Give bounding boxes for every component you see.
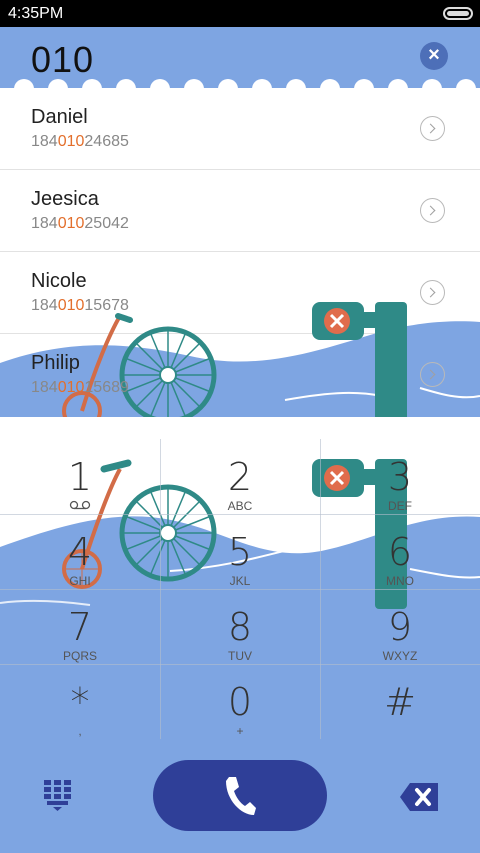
contact-row[interactable]: Daniel 18401024685: [0, 88, 480, 170]
dialpad-icon[interactable]: [44, 780, 76, 817]
clear-number-button[interactable]: ×: [420, 42, 448, 70]
match-highlight: 010: [57, 297, 85, 314]
voicemail-icon: [0, 499, 160, 513]
key-1[interactable]: 1: [0, 439, 160, 514]
backspace-icon[interactable]: [400, 783, 438, 816]
contact-number: 18401025042: [31, 215, 129, 232]
key-5[interactable]: 5 JKL: [160, 514, 320, 589]
key-4[interactable]: 4 GHI: [0, 514, 160, 589]
contact-name: Nicole: [31, 270, 87, 292]
key-7[interactable]: 7 PQRS: [0, 589, 160, 664]
key-star[interactable]: *,: [0, 664, 160, 739]
chevron-right-icon[interactable]: [420, 116, 445, 141]
call-button[interactable]: [153, 760, 327, 831]
contact-row[interactable]: Philip 18401015689: [0, 334, 480, 416]
contact-row[interactable]: Jeesica 18401025042: [0, 170, 480, 252]
contact-name: Daniel: [31, 106, 88, 128]
contact-name: Philip: [31, 352, 80, 374]
phone-icon: [226, 777, 256, 815]
dialpad: 1 2 ABC 3 DEF 4 GHI 5 JKL 6 MNO 7 PQRS 8 TUV 9W…: [0, 417, 480, 853]
key-6[interactable]: 6 MNO: [320, 514, 480, 589]
chevron-right-icon[interactable]: [420, 362, 445, 387]
dialer-action-bar: [0, 743, 480, 853]
key-3[interactable]: 3 DEF: [320, 439, 480, 514]
key-2[interactable]: 2 ABC: [160, 439, 320, 514]
status-time: 4:35PM: [8, 5, 64, 22]
key-9[interactable]: 9 WXYZ: [320, 589, 480, 664]
contact-number: 18401015689: [31, 379, 129, 396]
status-bar: 4:35PM: [0, 0, 480, 27]
battery-icon: [443, 7, 473, 20]
contact-results-list: Daniel 18401024685 Jeesica 18401025042 N…: [0, 88, 480, 417]
contact-row[interactable]: Nicole 18401015678: [0, 252, 480, 334]
chevron-right-icon[interactable]: [420, 280, 445, 305]
scalloped-edge: [0, 75, 480, 89]
dialpad-keys: 1 2 ABC 3 DEF 4 GHI 5 JKL 6 MNO 7 PQRS 8 TUV 9W…: [0, 439, 480, 739]
match-highlight: 010: [57, 215, 85, 232]
key-hash[interactable]: #: [320, 664, 480, 739]
contact-number: 18401024685: [31, 133, 129, 150]
chevron-right-icon[interactable]: [420, 198, 445, 223]
contact-number: 18401015678: [31, 297, 129, 314]
contact-name: Jeesica: [31, 188, 99, 210]
match-highlight: 010: [57, 379, 85, 396]
key-0[interactable]: 0 +: [160, 664, 320, 739]
match-highlight: 010: [57, 133, 85, 150]
key-8[interactable]: 8 TUV: [160, 589, 320, 664]
close-icon: ×: [428, 44, 440, 66]
